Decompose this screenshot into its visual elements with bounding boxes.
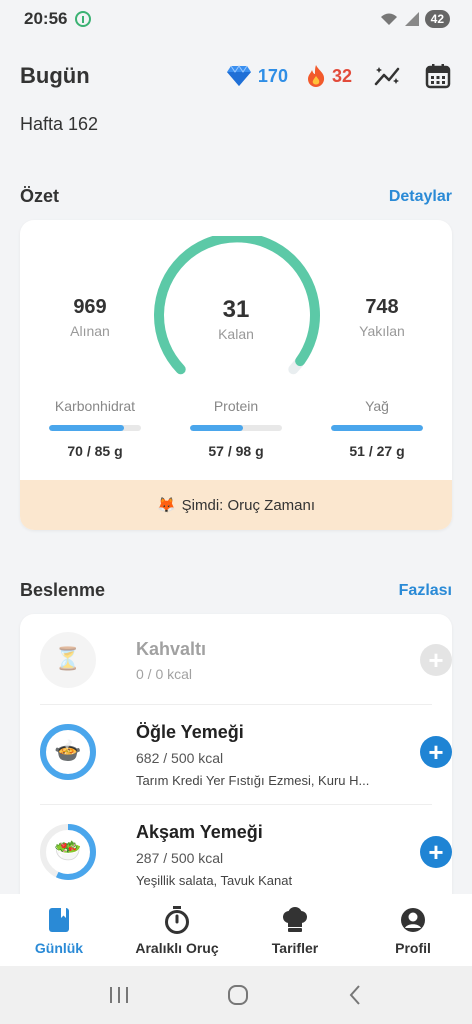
nav-label: Aralıklı Oruç bbox=[135, 940, 219, 956]
nav-label: Profil bbox=[395, 940, 431, 956]
macro-bar bbox=[49, 425, 141, 431]
add-dinner-button[interactable]: + bbox=[420, 836, 452, 868]
salad-icon: 🥗 bbox=[54, 838, 82, 863]
bowl-icon: 🍲 bbox=[54, 738, 82, 763]
macro-protein: Protein 57 / 98 g bbox=[186, 398, 286, 459]
bottom-navigation: Günlük Aralıklı Oruç Tarifler Profil bbox=[0, 894, 472, 966]
signal-icon bbox=[404, 12, 419, 26]
meal-kcal: 0 / 0 kcal bbox=[136, 666, 193, 682]
hourglass-icon: ⏳ bbox=[54, 646, 82, 671]
diamond-icon bbox=[226, 65, 251, 86]
meal-name: Öğle Yemeği bbox=[136, 722, 244, 742]
remaining-label: Kalan bbox=[218, 326, 254, 342]
macro-bar-fill bbox=[331, 425, 423, 431]
trend-chart-icon bbox=[374, 67, 400, 86]
eaten-value: 969 bbox=[73, 296, 107, 318]
system-nav-bar bbox=[0, 966, 472, 1024]
week-label: Hafta 162 bbox=[20, 114, 99, 134]
macro-value: 51 / 27 g bbox=[349, 443, 405, 459]
meal-foods: Yeşillik salata, Tavuk Kanat bbox=[136, 873, 293, 888]
wifi-icon bbox=[380, 13, 397, 25]
gems-counter[interactable]: 170 bbox=[226, 65, 288, 87]
fasting-banner[interactable]: 🦊 Şimdi: Oruç Zamanı bbox=[20, 480, 452, 530]
burned-value: 748 bbox=[365, 296, 399, 318]
fox-icon: 🦊 bbox=[156, 497, 176, 514]
meals-card: ⏳ Kahvaltı 0 / 0 kcal + 🍲 Öğle Yemeği 68… bbox=[20, 614, 452, 914]
macro-label: Yağ bbox=[365, 398, 389, 414]
macro-fat: Yağ 51 / 27 g bbox=[327, 398, 427, 459]
burned-label: Yakılan bbox=[359, 323, 405, 339]
battery-indicator: 42 bbox=[424, 10, 450, 28]
macro-label: Protein bbox=[213, 398, 259, 414]
summary-card[interactable]: 969 Alınan 31 Kalan 748 Yakılan Karbonhi… bbox=[20, 220, 452, 530]
divider bbox=[40, 704, 432, 705]
eaten-label: Alınan bbox=[70, 323, 110, 339]
nav-daily[interactable]: Günlük bbox=[0, 894, 118, 966]
home-icon[interactable] bbox=[226, 983, 250, 1007]
meal-row-breakfast[interactable]: ⏳ Kahvaltı 0 / 0 kcal + bbox=[40, 632, 452, 732]
app-notification-icon bbox=[75, 11, 92, 27]
nav-label: Günlük bbox=[34, 940, 84, 956]
macro-label: Karbonhidrat bbox=[54, 398, 136, 414]
macro-bar bbox=[331, 425, 423, 431]
calendar-icon bbox=[425, 64, 451, 89]
trends-button[interactable] bbox=[374, 62, 402, 90]
meal-foods: Tarım Kredi Yer Fıstığı Ezmesi, Kuru H..… bbox=[136, 773, 370, 788]
meal-kcal: 682 / 500 kcal bbox=[136, 750, 224, 766]
macro-value: 57 / 98 g bbox=[208, 443, 264, 459]
profile-icon bbox=[399, 906, 427, 934]
nav-recipes[interactable]: Tarifler bbox=[236, 894, 354, 966]
add-lunch-button[interactable]: + bbox=[420, 736, 452, 768]
macro-carbs: Karbonhidrat 70 / 85 g bbox=[45, 398, 145, 459]
meal-kcal: 287 / 500 kcal bbox=[136, 850, 224, 866]
status-time: 20:56 bbox=[24, 9, 68, 28]
nav-label: Tarifler bbox=[271, 940, 319, 956]
stopwatch-icon bbox=[163, 906, 191, 934]
nutrition-title: Beslenme bbox=[20, 580, 106, 600]
macro-value: 70 / 85 g bbox=[67, 443, 123, 459]
remaining-value: 31 bbox=[222, 296, 250, 323]
nav-profile[interactable]: Profil bbox=[354, 894, 472, 966]
fasting-text: Şimdi: Oruç Zamanı bbox=[181, 496, 316, 514]
calendar-button[interactable] bbox=[424, 62, 452, 90]
status-icons: 42 bbox=[379, 10, 450, 28]
diary-icon bbox=[45, 906, 73, 934]
divider bbox=[40, 804, 432, 805]
nav-fasting[interactable]: Aralıklı Oruç bbox=[118, 894, 236, 966]
meal-name: Akşam Yemeği bbox=[136, 822, 263, 842]
streak-value: 32 bbox=[331, 65, 352, 86]
chef-hat-icon bbox=[281, 906, 309, 934]
page-title: Bugün bbox=[20, 63, 90, 88]
summary-title: Özet bbox=[20, 186, 60, 206]
streak-counter[interactable]: 32 bbox=[306, 64, 352, 88]
back-icon[interactable] bbox=[345, 983, 365, 1007]
meal-row-lunch[interactable]: 🍲 Öğle Yemeği 682 / 500 kcal Tarım Kredi… bbox=[40, 722, 452, 824]
macro-bar-fill bbox=[49, 425, 125, 431]
more-link[interactable]: Fazlası bbox=[399, 582, 452, 600]
recent-apps-icon[interactable] bbox=[107, 985, 131, 1005]
macro-bar bbox=[190, 425, 282, 431]
macro-bar-fill bbox=[190, 425, 244, 431]
meal-name: Kahvaltı bbox=[136, 639, 207, 659]
top-header: Bugün 170 32 bbox=[20, 56, 452, 96]
gems-value: 170 bbox=[257, 65, 288, 86]
add-breakfast-button[interactable]: + bbox=[420, 644, 452, 676]
details-link[interactable]: Detaylar bbox=[389, 188, 452, 206]
status-bar: 20:56 42 bbox=[0, 0, 472, 38]
fire-icon bbox=[307, 65, 325, 87]
